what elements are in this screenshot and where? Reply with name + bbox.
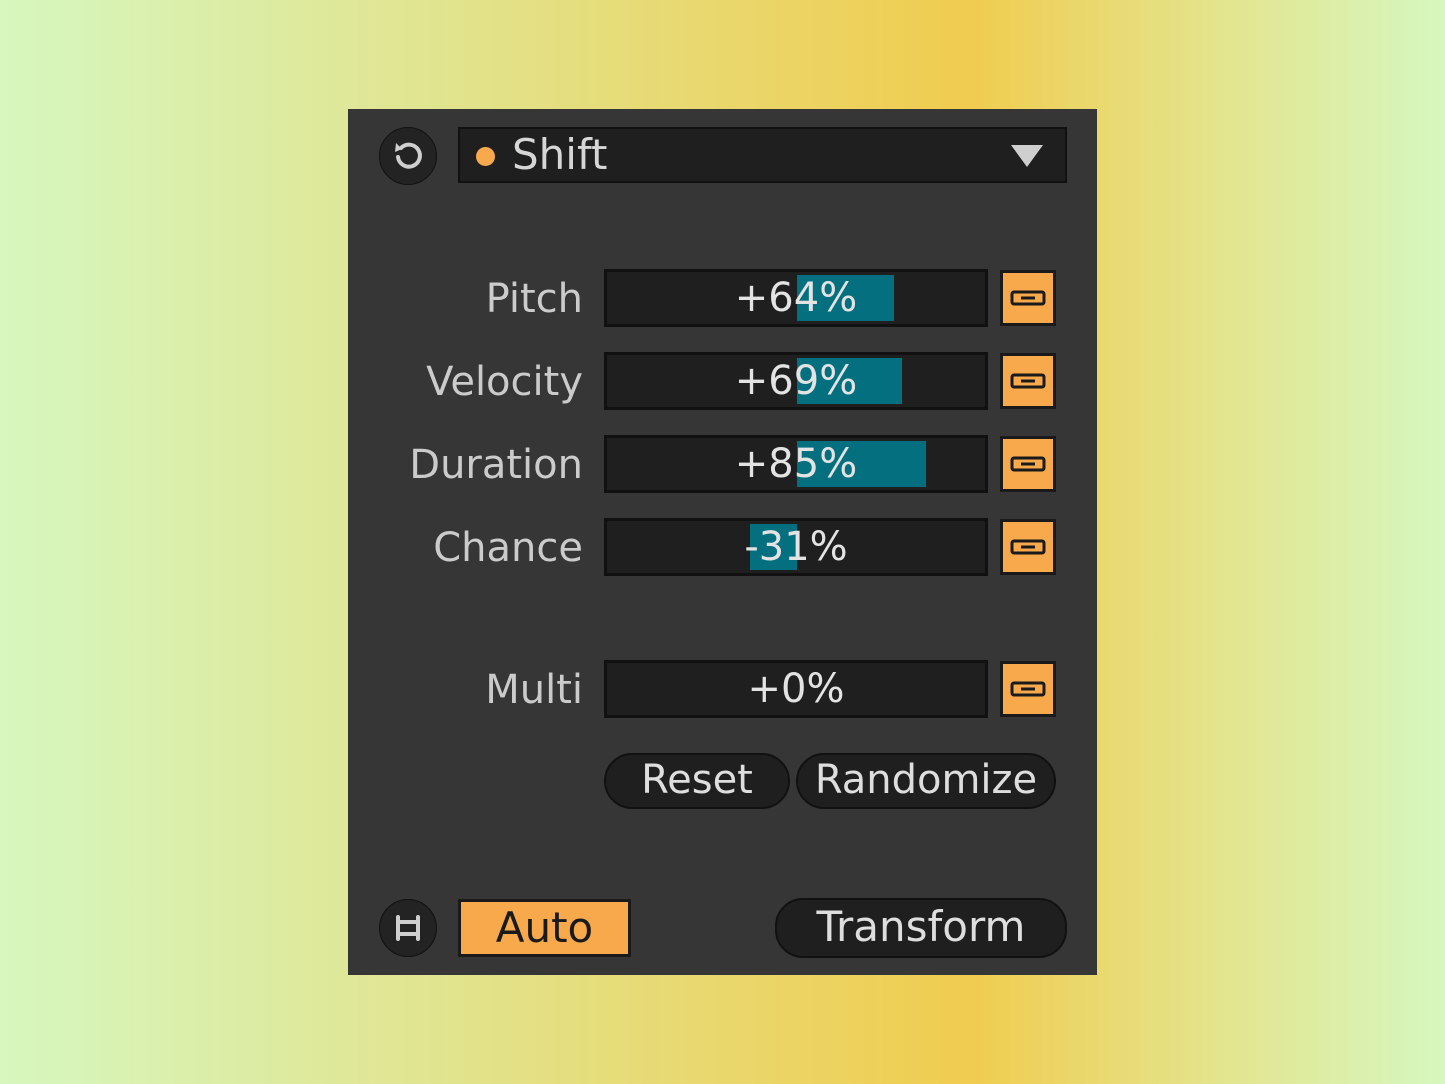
status-dot-icon [476, 147, 495, 166]
link-chain-icon [1010, 681, 1046, 697]
velocity-value: +69% [734, 358, 858, 404]
pitch-label: Pitch [485, 276, 583, 322]
multi-label: Multi [485, 667, 583, 713]
transform-button[interactable]: Transform [775, 898, 1067, 958]
link-chain-icon [1010, 290, 1046, 306]
pitch-slider[interactable]: +64% [604, 269, 988, 327]
pitch-value: +64% [734, 275, 858, 321]
chevron-down-icon [1011, 145, 1043, 167]
duration-label: Duration [409, 442, 583, 488]
preset-dropdown[interactable]: Shift [458, 127, 1067, 183]
link-chain-icon [1010, 539, 1046, 555]
shift-device-panel: Shift Pitch +64% Velocity +69% Duration … [348, 109, 1097, 975]
chance-value: -31% [744, 524, 848, 570]
pitch-link-button[interactable] [1000, 270, 1056, 326]
randomize-button[interactable]: Randomize [796, 753, 1056, 809]
auto-button[interactable]: Auto [458, 899, 631, 957]
link-chain-icon [1010, 373, 1046, 389]
chance-link-button[interactable] [1000, 519, 1056, 575]
duration-slider[interactable]: +85% [604, 435, 988, 493]
chance-slider[interactable]: -31% [604, 518, 988, 576]
multi-link-button[interactable] [1000, 661, 1056, 717]
reset-button[interactable]: Reset [604, 753, 790, 809]
multi-value: +0% [747, 666, 845, 712]
velocity-link-button[interactable] [1000, 353, 1056, 409]
velocity-slider[interactable]: +69% [604, 352, 988, 410]
preset-label: Shift [512, 130, 608, 179]
undo-button[interactable] [379, 127, 437, 185]
loop-button[interactable] [379, 899, 437, 957]
loop-brackets-icon [396, 915, 420, 941]
link-chain-icon [1010, 456, 1046, 472]
duration-link-button[interactable] [1000, 436, 1056, 492]
multi-slider[interactable]: +0% [604, 660, 988, 718]
chance-label: Chance [433, 525, 583, 571]
undo-circle-arrow-icon [395, 142, 422, 169]
duration-value: +85% [734, 441, 858, 487]
velocity-label: Velocity [426, 359, 583, 405]
